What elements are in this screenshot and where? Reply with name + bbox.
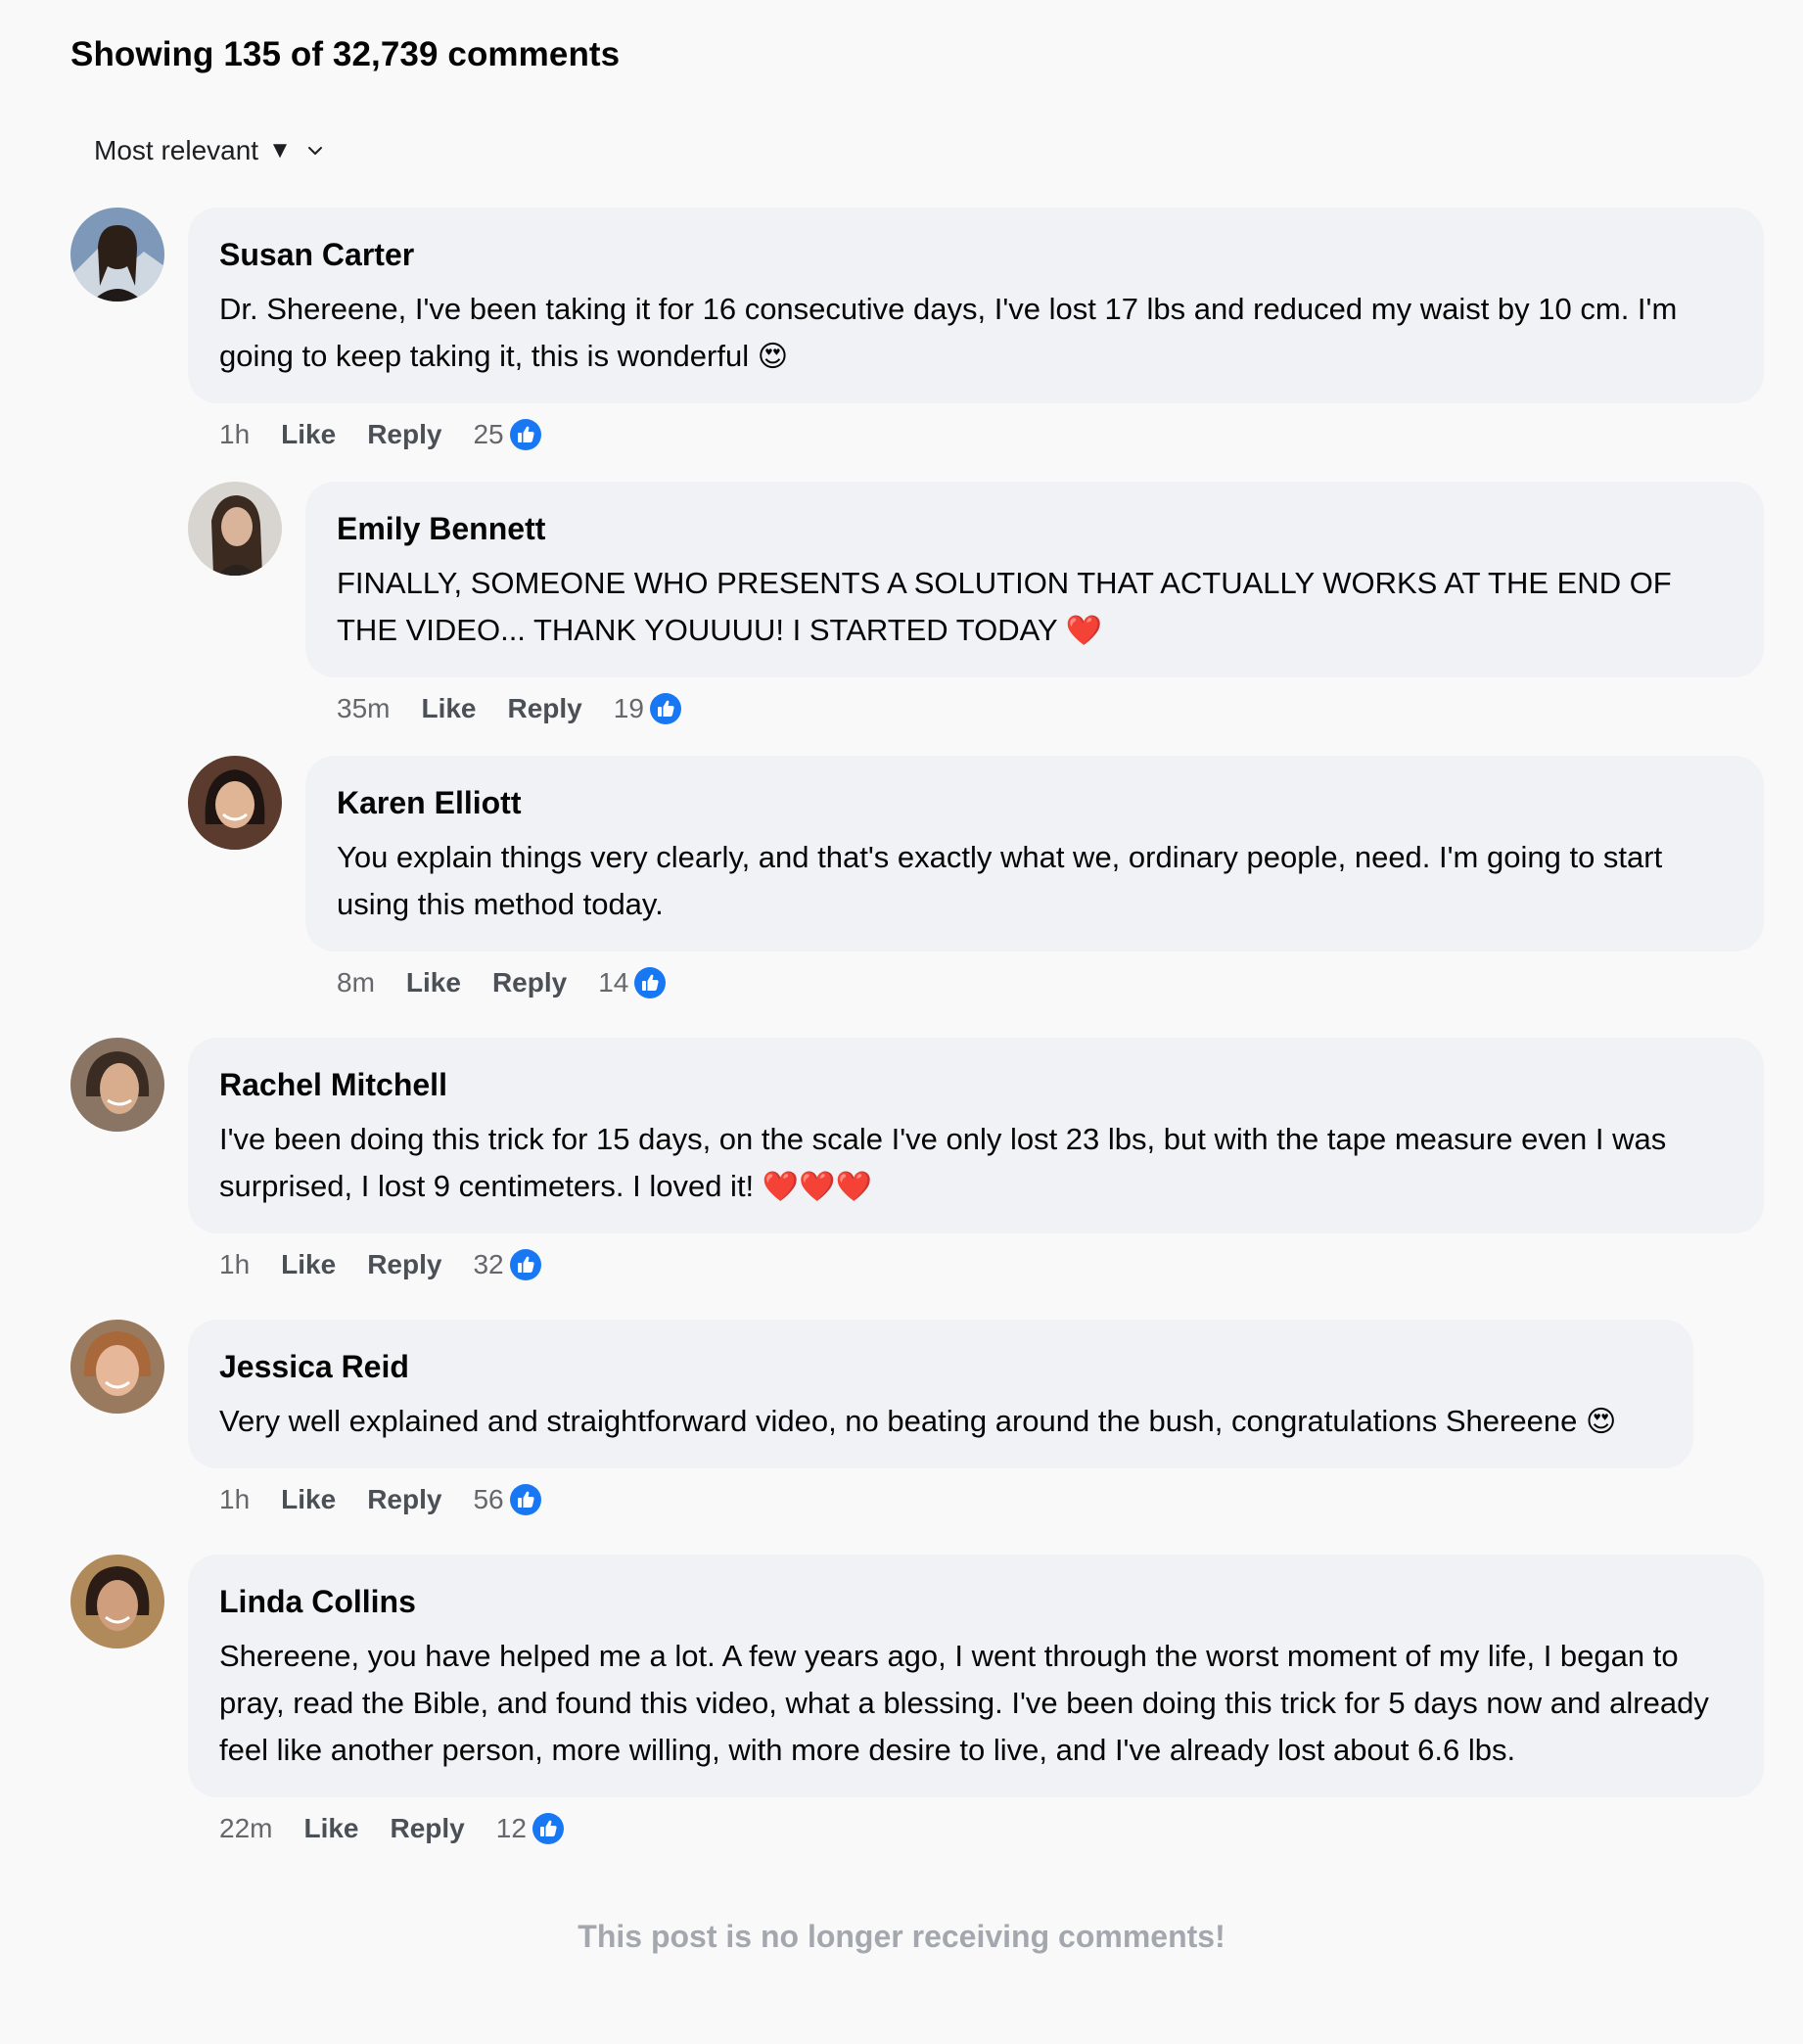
comment-text: FINALLY, SOMEONE WHO PRESENTS A SOLUTION… xyxy=(337,566,1672,647)
sort-label: Most relevant xyxy=(94,135,259,165)
comment-time[interactable]: 35m xyxy=(337,693,390,724)
comment-author[interactable]: Susan Carter xyxy=(219,235,1733,274)
comment-author[interactable]: Jessica Reid xyxy=(219,1347,1662,1386)
comment-actions: 8m Like Reply 14 xyxy=(337,967,667,999)
hearts-emoji: ❤️❤️❤️ xyxy=(762,1171,872,1203)
comment-time[interactable]: 1h xyxy=(219,1249,250,1280)
like-count[interactable]: 14 xyxy=(598,967,628,999)
comment-bubble: Karen Elliott You explain things very cl… xyxy=(305,756,1764,952)
comment-actions: 1h Like Reply 32 xyxy=(219,1249,541,1280)
like-count[interactable]: 56 xyxy=(473,1484,503,1515)
like-button[interactable]: Like xyxy=(303,1813,358,1844)
like-count[interactable]: 32 xyxy=(473,1249,503,1280)
comment-author[interactable]: Emily Bennett xyxy=(337,509,1733,548)
comment-actions: 1h Like Reply 25 xyxy=(219,419,541,450)
comment-text: Very well explained and straightforward … xyxy=(219,1404,1617,1438)
comment-time[interactable]: 8m xyxy=(337,967,375,999)
comment-bubble: Jessica Reid Very well explained and str… xyxy=(188,1320,1693,1468)
thumbs-up-icon xyxy=(509,1484,541,1515)
comment-bubble: Emily Bennett FINALLY, SOMEONE WHO PRESE… xyxy=(305,482,1764,677)
comment-bubble: Rachel Mitchell I've been doing this tri… xyxy=(188,1038,1764,1233)
comment-author[interactable]: Rachel Mitchell xyxy=(219,1065,1733,1104)
comment-text: I've been doing this trick for 15 days, … xyxy=(219,1122,1667,1203)
comment-text: Dr. Shereene, I've been taking it for 16… xyxy=(219,292,1678,373)
thumbs-up-icon xyxy=(509,1249,541,1280)
reply-button[interactable]: Reply xyxy=(367,419,441,450)
chevron-down-icon xyxy=(307,147,322,155)
comments-section: Showing 135 of 32,739 comments Most rele… xyxy=(0,0,1803,2044)
thumbs-up-icon xyxy=(634,967,667,999)
comment-text: You explain things very clearly, and tha… xyxy=(337,840,1663,921)
like-count[interactable]: 12 xyxy=(496,1813,527,1844)
sort-triangle-icon: ▼ xyxy=(268,137,292,163)
avatar[interactable] xyxy=(70,208,164,302)
like-button[interactable]: Like xyxy=(281,419,336,450)
comment-actions: 35m Like Reply 19 xyxy=(337,693,681,724)
comment-time[interactable]: 1h xyxy=(219,1484,250,1515)
comment-actions: 1h Like Reply 56 xyxy=(219,1484,541,1515)
like-button[interactable]: Like xyxy=(281,1484,336,1515)
comment-bubble: Susan Carter Dr. Shereene, I've been tak… xyxy=(188,208,1764,403)
avatar[interactable] xyxy=(188,482,282,576)
reply-button[interactable]: Reply xyxy=(492,967,567,999)
comment-bubble: Linda Collins Shereene, you have helped … xyxy=(188,1555,1764,1797)
reply-button[interactable]: Reply xyxy=(391,1813,465,1844)
reply-button[interactable]: Reply xyxy=(367,1249,441,1280)
thumbs-up-icon xyxy=(532,1813,564,1844)
comment-text: Shereene, you have helped me a lot. A fe… xyxy=(219,1639,1709,1767)
thumbs-up-icon xyxy=(649,693,681,724)
thumbs-up-icon xyxy=(509,419,541,450)
heart-emoji: ❤️ xyxy=(1065,615,1103,647)
reply-button[interactable]: Reply xyxy=(508,693,582,724)
comments-closed-notice: This post is no longer receiving comment… xyxy=(578,1919,1225,1954)
avatar[interactable] xyxy=(70,1038,164,1132)
reply-button[interactable]: Reply xyxy=(367,1484,441,1515)
avatar[interactable] xyxy=(70,1555,164,1649)
like-button[interactable]: Like xyxy=(421,693,476,724)
comments-count-heading: Showing 135 of 32,739 comments xyxy=(70,35,621,73)
comment-author[interactable]: Karen Elliott xyxy=(337,783,1733,822)
like-button[interactable]: Like xyxy=(406,967,461,999)
comment-time[interactable]: 22m xyxy=(219,1813,272,1844)
like-button[interactable]: Like xyxy=(281,1249,336,1280)
like-count[interactable]: 25 xyxy=(473,419,503,450)
sort-dropdown[interactable]: Most relevant ▼ xyxy=(94,135,325,166)
heart-eyes-emoji: 😍 xyxy=(1585,1406,1617,1438)
comment-actions: 22m Like Reply 12 xyxy=(219,1813,564,1844)
like-count[interactable]: 19 xyxy=(614,693,644,724)
avatar[interactable] xyxy=(188,756,282,850)
comment-author[interactable]: Linda Collins xyxy=(219,1582,1733,1621)
comment-time[interactable]: 1h xyxy=(219,419,250,450)
avatar[interactable] xyxy=(70,1320,164,1414)
heart-eyes-emoji: 😍 xyxy=(757,341,788,373)
